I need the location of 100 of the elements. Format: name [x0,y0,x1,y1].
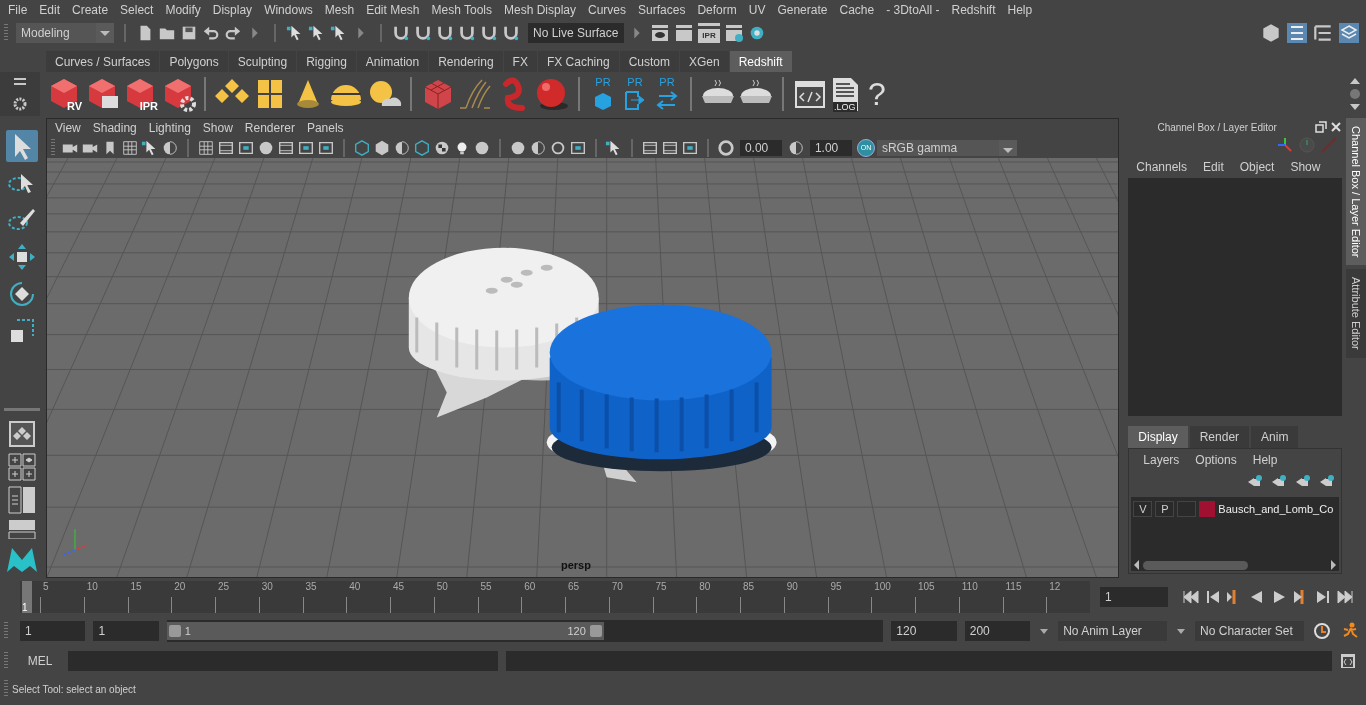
range-slider[interactable]: 1 120 [166,620,884,642]
menu-item[interactable]: Windows [258,3,319,17]
go-to-end-icon[interactable] [1336,588,1354,606]
key-clock-icon[interactable] [1312,621,1333,641]
render-cube-button[interactable]: IPR [122,76,158,112]
menu-item[interactable]: Edit [1195,160,1232,174]
stack-layout-icon[interactable] [7,519,36,539]
magnet-icon[interactable] [502,24,520,42]
menu-item[interactable]: Redshift [945,3,1002,17]
menu-item[interactable]: Select [114,3,160,17]
menu-item[interactable]: Show [1282,160,1329,174]
menu-item[interactable]: Renderer [238,121,301,135]
plugin-button[interactable]: PR [652,76,682,112]
step-forward-key-icon[interactable] [1314,588,1332,606]
shelf-tab[interactable]: Redshift [729,51,792,72]
menu-item[interactable]: Shading [86,121,143,135]
horizontal-scrollbar[interactable] [1131,559,1339,571]
menu-item[interactable]: Modify [159,3,207,17]
menu-item[interactable]: Channels [1128,160,1196,174]
playback-toggle[interactable]: P [1155,501,1175,517]
menu-item[interactable]: Mesh Display [498,3,583,17]
anim-layer-dropdown[interactable]: No Anim Layer [1058,621,1168,641]
layer-color-swatch[interactable] [1199,501,1216,517]
layers-icon[interactable] [1338,22,1360,44]
shelf-tab[interactable]: FX Caching [537,51,619,72]
menu-item[interactable]: Layers [1135,453,1188,467]
menu-item[interactable]: Options [1187,453,1245,467]
close-icon[interactable] [1330,121,1342,133]
single-layout-icon[interactable] [7,420,36,448]
side-tab[interactable]: Channel Box / Layer Editor [1346,118,1366,266]
select-tool-button[interactable] [5,130,38,162]
menu-item[interactable]: Display [206,3,259,17]
character-set-dropdown[interactable]: No Character Set [1195,621,1305,641]
menu-item[interactable]: Surfaces [632,3,692,17]
cube-icon[interactable] [352,138,371,157]
go-to-start-icon[interactable] [1182,588,1200,606]
ball-icon[interactable] [534,76,570,112]
grid-icon[interactable] [196,138,215,157]
playback-start-field[interactable]: 1 [93,621,159,641]
aperture-icon[interactable] [716,138,735,157]
layer-editor-tab[interactable]: Display [1128,426,1188,448]
animation-start-field[interactable]: 1 [20,621,86,641]
cube-stack-icon[interactable] [1260,22,1282,44]
ipr-render-button[interactable]: IPR [698,23,720,43]
manipulator-icon[interactable] [1276,136,1294,154]
clapper-eye-icon[interactable] [650,23,670,43]
color-space-dropdown[interactable]: sRGB gamma [876,139,1017,156]
grid-icon[interactable] [120,138,139,157]
undo-icon[interactable] [202,24,220,42]
menu-item[interactable]: Help [1244,453,1286,467]
menu-icon[interactable] [13,77,27,87]
current-frame-field[interactable]: 1 [1100,587,1168,607]
gamma-field[interactable]: 1.00 [809,139,852,156]
menu-item[interactable]: Help [1001,3,1039,17]
menu-item[interactable]: Curves [582,3,633,17]
shelf-tab[interactable]: Sculpting [228,51,297,72]
step-back-key-icon[interactable] [1204,588,1222,606]
render-ring-icon[interactable] [748,24,766,42]
layer-editor-tab[interactable]: Anim [1251,426,1299,448]
shelf-tab[interactable]: Animation [356,51,429,72]
menu-item[interactable]: Object [1231,160,1283,174]
magnet-icon[interactable] [392,24,410,42]
layer-editor-tab[interactable]: Render [1189,426,1250,448]
menu-item[interactable]: Create [66,3,115,17]
plugin-button[interactable]: PR [620,76,650,112]
shelf-tab[interactable]: FX [503,51,537,72]
four-layout-icon[interactable] [7,453,36,481]
log-file-button[interactable]: .LOG [830,76,862,112]
menu-item[interactable]: - 3DtoAll - [880,3,946,17]
redo-icon[interactable] [224,24,242,42]
time-slider[interactable]: 1 5 10 15 20 25 30 35 40 45 50 55 60 65 70 75 80 85 90 95 100 105 110 115 12 [20,581,1090,613]
side-layout-icon[interactable] [7,486,36,514]
settings-icon[interactable] [13,97,27,111]
layer-name[interactable]: Bausch_and_Lomb_Co [1218,503,1334,515]
cube-icon[interactable] [412,138,431,157]
float-window-icon[interactable] [1315,121,1327,133]
command-input-field[interactable] [68,651,498,671]
menu-item[interactable]: Generate [771,3,834,17]
hair-curves-icon[interactable] [458,76,494,112]
outliner-icon[interactable] [1286,22,1308,44]
menu-item[interactable]: Cache [833,3,881,17]
script-editor-icon[interactable] [1340,653,1356,669]
save-icon[interactable] [180,24,198,42]
menu-item[interactable]: UV [742,3,772,17]
shelf-tab[interactable]: Rendering [429,51,503,72]
menu-item[interactable]: Show [196,121,239,135]
visibility-toggle[interactable]: V [1133,501,1153,517]
attribute-list-icon[interactable] [1312,22,1334,44]
plugin-button[interactable]: PR [588,76,618,112]
magnet-icon[interactable] [458,24,476,42]
menu-item[interactable]: Deform [691,3,743,17]
animation-end-field[interactable]: 200 [964,621,1031,641]
menu-item[interactable]: Edit [33,3,67,17]
menu-item[interactable]: Lighting [142,121,197,135]
magnet-icon[interactable] [480,24,498,42]
menu-item[interactable]: Mesh [318,3,361,17]
shelf-tab[interactable]: Custom [619,51,679,72]
clapper-icon[interactable] [674,23,694,43]
playback-end-field[interactable]: 120 [891,621,957,641]
magnet-icon[interactable] [436,24,454,42]
